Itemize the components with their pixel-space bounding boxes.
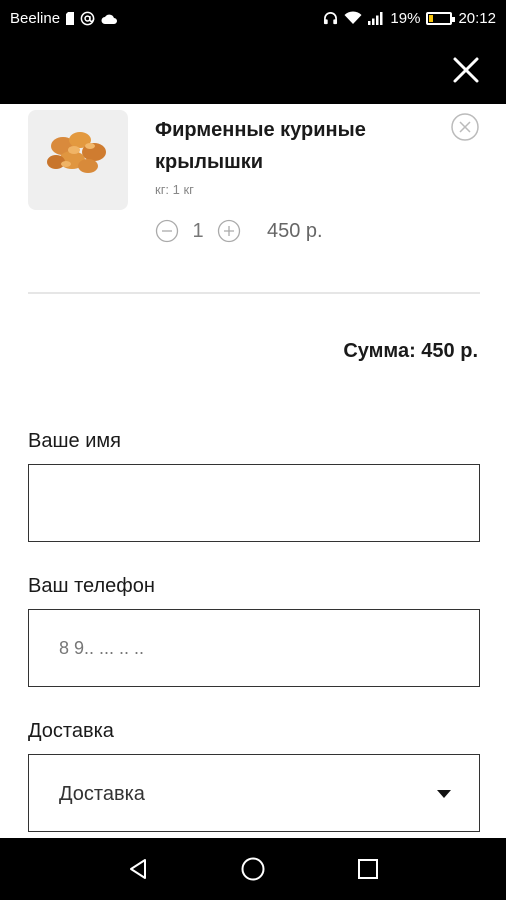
cloud-icon: [101, 13, 118, 24]
chicken-wings-image: [47, 132, 106, 173]
at-icon: [80, 11, 95, 26]
quantity-stepper: 1 450 р.: [155, 216, 323, 246]
battery-fill: [429, 14, 434, 22]
dropdown-arrow-icon: [437, 790, 451, 798]
delivery-select[interactable]: Доставка: [28, 754, 480, 832]
phone-input[interactable]: [29, 610, 479, 686]
signal-icon: [368, 11, 384, 25]
name-input[interactable]: [29, 465, 479, 541]
back-icon: [129, 859, 146, 879]
phone-label: Ваш телефон: [28, 575, 155, 597]
system-nav-bar: [0, 838, 506, 900]
plus-circle-icon: [217, 219, 241, 243]
battery-icon: [426, 11, 456, 25]
nav-recents-button[interactable]: [354, 855, 382, 883]
status-left: Beeline: [10, 9, 118, 27]
nav-back-button[interactable]: [124, 855, 152, 883]
decrease-quantity-button[interactable]: [155, 219, 179, 243]
product-weight: кг: 1 кг: [155, 182, 194, 197]
cart-content: Фирменные куриные крылышки кг: 1 кг 1 45…: [0, 104, 506, 838]
battery-percent: 19%: [390, 9, 421, 27]
name-field-box: [28, 464, 480, 542]
header-bar: [0, 36, 506, 104]
name-label: Ваше имя: [28, 430, 121, 452]
status-right: 19% 20:12: [323, 10, 496, 27]
product-title[interactable]: Фирменные куриные крылышки: [155, 114, 415, 178]
home-icon: [241, 857, 265, 881]
sim-icon: [66, 11, 75, 25]
increase-quantity-button[interactable]: [217, 219, 241, 243]
phone-field-box: [28, 609, 480, 687]
remove-circle-icon: [451, 113, 479, 141]
quantity-value: 1: [192, 219, 204, 242]
headphones-icon: [323, 11, 338, 25]
close-icon: [453, 57, 479, 83]
status-bar: Beeline 19% 20:12: [0, 0, 506, 36]
delivery-selected-value: Доставка: [59, 783, 145, 805]
clock: 20:12: [458, 9, 496, 27]
wifi-icon: [344, 11, 362, 25]
cart-item: Фирменные куриные крылышки кг: 1 кг 1 45…: [28, 108, 480, 258]
remove-item-button[interactable]: [450, 112, 480, 142]
close-button[interactable]: [452, 56, 480, 84]
nav-home-button[interactable]: [239, 855, 267, 883]
minus-circle-icon: [155, 219, 179, 243]
order-total: Сумма: 450 р.: [343, 340, 478, 362]
product-price: 450 р.: [267, 219, 323, 242]
carrier-name: Beeline: [10, 9, 61, 27]
divider: [28, 292, 480, 294]
product-image: [28, 110, 128, 210]
recents-icon: [358, 859, 379, 879]
delivery-label: Доставка: [28, 720, 114, 742]
